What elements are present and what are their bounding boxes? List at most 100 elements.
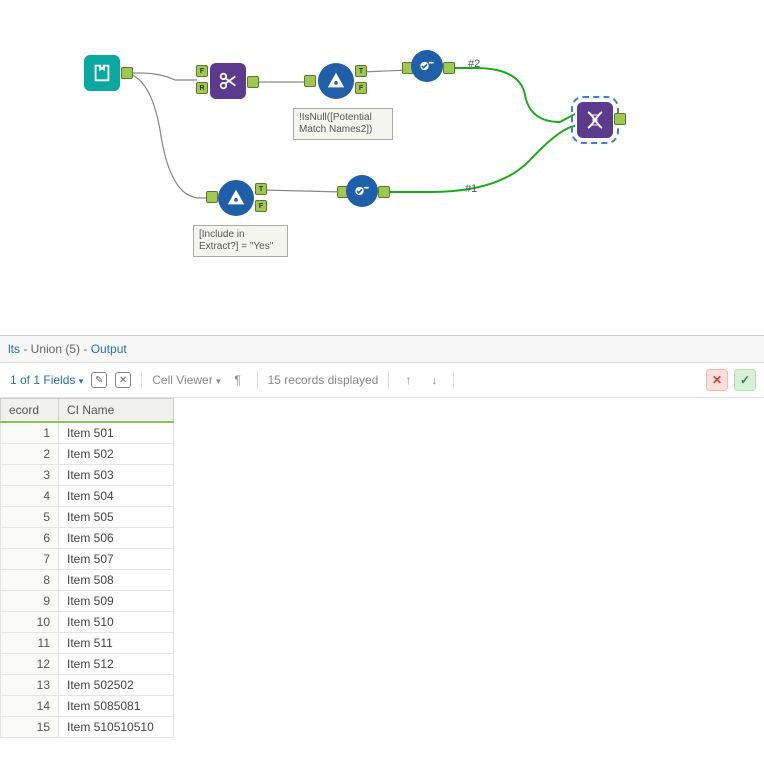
ci-name-cell: Item 507	[59, 549, 174, 570]
table-row[interactable]: 8Item 508	[1, 570, 174, 591]
formula-tool[interactable]	[210, 63, 246, 99]
check-icon	[352, 181, 372, 201]
filter-icon	[225, 187, 247, 209]
arrow-up-icon[interactable]: ↑	[399, 371, 417, 389]
results-header: lts - Union (5) - Output	[0, 336, 764, 363]
table-row[interactable]: 2Item 502	[1, 444, 174, 465]
table-row[interactable]: 5Item 505	[1, 507, 174, 528]
output-anchor[interactable]	[614, 113, 626, 125]
record-cell: 10	[1, 612, 59, 633]
ci-name-cell: Item 509	[59, 591, 174, 612]
chevron-down-icon: ▾	[216, 376, 221, 386]
record-cell: 6	[1, 528, 59, 549]
separator	[141, 371, 142, 389]
dna-icon	[583, 108, 607, 132]
record-cell: 3	[1, 465, 59, 486]
union-tool[interactable]	[577, 102, 613, 138]
record-cell: 7	[1, 549, 59, 570]
select-tool-top[interactable]	[411, 50, 443, 82]
arrow-down-icon[interactable]: ↓	[425, 371, 443, 389]
table-row[interactable]: 9Item 509	[1, 591, 174, 612]
filter-tool-bottom[interactable]	[218, 180, 254, 216]
clear-icon[interactable]: ✕	[115, 372, 131, 388]
ci-name-cell: Item 505	[59, 507, 174, 528]
results-title-output[interactable]: Output	[91, 342, 127, 356]
wire-layer	[0, 0, 764, 335]
output-anchor[interactable]	[378, 186, 390, 198]
connector-label-2: #2	[468, 58, 480, 70]
table-row[interactable]: 13Item 502502	[1, 675, 174, 696]
ci-name-cell: Item 504	[59, 486, 174, 507]
output-anchor[interactable]	[121, 67, 133, 79]
table-row[interactable]: 1Item 501	[1, 422, 174, 444]
ci-name-cell: Item 502	[59, 444, 174, 465]
table-row[interactable]: 12Item 512	[1, 654, 174, 675]
record-cell: 15	[1, 717, 59, 738]
scissors-icon	[217, 70, 239, 92]
select-tool-bottom[interactable]	[346, 175, 378, 207]
table-row[interactable]: 6Item 506	[1, 528, 174, 549]
record-cell: 5	[1, 507, 59, 528]
record-cell: 1	[1, 422, 59, 444]
workflow-canvas[interactable]: F R T F !IsNull([Potential Match Names2]…	[0, 0, 764, 335]
apply-button[interactable]: ✓	[734, 369, 756, 391]
filter-icon	[325, 70, 347, 92]
filter-annotation-bottom: [Include in Extract?] = "Yes"	[193, 225, 288, 257]
filter-annotation-top: !IsNull([Potential Match Names2])	[293, 108, 393, 140]
input-anchor[interactable]	[206, 191, 218, 203]
ci-name-cell: Item 512	[59, 654, 174, 675]
separator	[453, 371, 454, 389]
output-anchor-f[interactable]: F	[355, 82, 367, 94]
input-data-tool[interactable]	[84, 55, 120, 91]
records-count: 15 records displayed	[268, 373, 379, 387]
filter-tool-top[interactable]	[318, 63, 354, 99]
results-panel: lts - Union (5) - Output 1 of 1 Fields ▾…	[0, 335, 764, 738]
table-row[interactable]: 4Item 504	[1, 486, 174, 507]
output-anchor[interactable]	[247, 76, 259, 88]
record-cell: 11	[1, 633, 59, 654]
record-cell: 12	[1, 654, 59, 675]
record-cell: 13	[1, 675, 59, 696]
input-anchor-f[interactable]: F	[196, 65, 208, 77]
ci-name-cell: Item 503	[59, 465, 174, 486]
output-anchor-t[interactable]: T	[355, 65, 367, 77]
output-anchor-f[interactable]: F	[255, 200, 267, 212]
input-anchor-r[interactable]: R	[196, 82, 208, 94]
column-header-ci-name[interactable]: CI Name	[59, 399, 174, 423]
edit-icon[interactable]: ✎	[91, 372, 107, 388]
table-row[interactable]: 15Item 510510510	[1, 717, 174, 738]
separator	[257, 371, 258, 389]
record-cell: 2	[1, 444, 59, 465]
output-anchor-t[interactable]: T	[255, 183, 267, 195]
ci-name-cell: Item 502502	[59, 675, 174, 696]
ci-name-cell: Item 508	[59, 570, 174, 591]
table-row[interactable]: 3Item 503	[1, 465, 174, 486]
output-anchor[interactable]	[443, 62, 455, 74]
column-header-record[interactable]: ecord	[1, 399, 59, 423]
record-cell: 9	[1, 591, 59, 612]
input-anchor[interactable]	[304, 75, 316, 87]
ci-name-cell: Item 510510510	[59, 717, 174, 738]
table-row[interactable]: 14Item 5085081	[1, 696, 174, 717]
cell-viewer-dropdown[interactable]: Cell Viewer ▾	[152, 373, 220, 387]
record-cell: 4	[1, 486, 59, 507]
ci-name-cell: Item 5085081	[59, 696, 174, 717]
connector-label-1: #1	[465, 183, 477, 195]
table-row[interactable]: 10Item 510	[1, 612, 174, 633]
check-icon	[417, 56, 437, 76]
ci-name-cell: Item 506	[59, 528, 174, 549]
ci-name-cell: Item 501	[59, 422, 174, 444]
separator	[388, 371, 389, 389]
close-button[interactable]: ✕	[706, 369, 728, 391]
results-toolbar: 1 of 1 Fields ▾ ✎ ✕ Cell Viewer ▾ ¶ 15 r…	[0, 363, 764, 398]
table-row[interactable]: 7Item 507	[1, 549, 174, 570]
table-row[interactable]: 11Item 511	[1, 633, 174, 654]
results-grid[interactable]: ecord CI Name 1Item 5012Item 5023Item 50…	[0, 398, 764, 738]
pilcrow-icon[interactable]: ¶	[229, 371, 247, 389]
results-title-mid: - Union (5) -	[20, 342, 91, 356]
record-cell: 14	[1, 696, 59, 717]
results-title-link[interactable]: lts	[8, 342, 20, 356]
book-icon	[91, 62, 113, 84]
fields-selector[interactable]: 1 of 1 Fields ▾	[10, 373, 83, 387]
ci-name-cell: Item 510	[59, 612, 174, 633]
